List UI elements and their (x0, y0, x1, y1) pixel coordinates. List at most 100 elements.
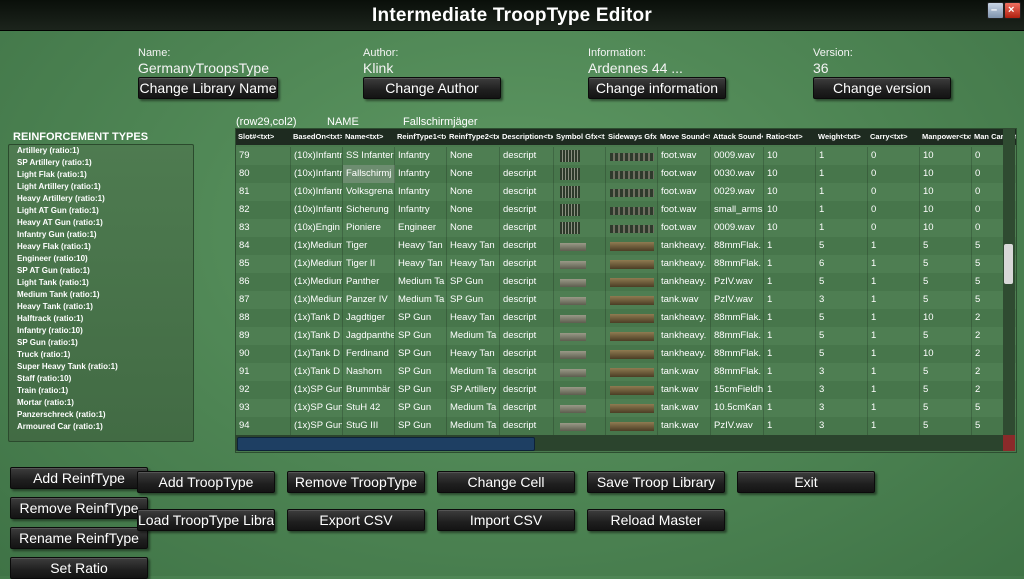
symbol-gfx-cell[interactable] (554, 417, 606, 435)
table-cell[interactable]: 10 (920, 165, 972, 183)
table-cell[interactable]: 1 (868, 363, 920, 381)
table-cell[interactable]: (1x)SP Gun (291, 399, 343, 417)
table-cell[interactable]: 80 (236, 165, 291, 183)
table-cell[interactable]: Panther (343, 273, 395, 291)
reinforcement-type-item[interactable]: Panzerschreck (ratio:1) (9, 409, 193, 421)
table-cell[interactable]: 89 (236, 327, 291, 345)
reinforcement-type-item[interactable]: Heavy Tank (ratio:1) (9, 301, 193, 313)
table-cell[interactable]: SP Gun (395, 399, 447, 417)
reinforcement-type-item[interactable]: Train (ratio:1) (9, 385, 193, 397)
table-cell[interactable]: descript (500, 399, 554, 417)
table-cell[interactable]: 88mmFlak. (711, 309, 764, 327)
table-cell[interactable]: Medium Ta (395, 291, 447, 309)
table-cell[interactable]: (1x)Medium (291, 273, 343, 291)
table-cell[interactable]: SS Infanteri (343, 147, 395, 165)
table-cell[interactable]: PzIV.wav (711, 291, 764, 309)
table-cell[interactable]: Heavy Tan (395, 237, 447, 255)
sideways-gfx-cell[interactable] (606, 273, 658, 291)
table-cell[interactable]: 86 (236, 273, 291, 291)
table-row[interactable]: 79 (10x)Infantr SS Infanteri Infantry None de… (236, 147, 1016, 165)
table-cell[interactable]: 0 (868, 219, 920, 237)
table-cell[interactable]: (1x)Medium (291, 237, 343, 255)
table-cell[interactable]: 88mmFlak. (711, 363, 764, 381)
table-cell[interactable]: 1 (868, 381, 920, 399)
table-cell[interactable]: Jagdtiger (343, 309, 395, 327)
minimize-button[interactable]: – (987, 2, 1004, 19)
sideways-gfx-cell[interactable] (606, 183, 658, 201)
table-cell[interactable]: 88mmFlak. (711, 255, 764, 273)
table-cell[interactable]: PzIV.wav (711, 417, 764, 435)
table-cell[interactable]: tank.wav (658, 363, 711, 381)
symbol-gfx-cell[interactable] (554, 381, 606, 399)
table-cell[interactable]: 0009.wav (711, 219, 764, 237)
sideways-gfx-cell[interactable] (606, 255, 658, 273)
table-cell[interactable]: 85 (236, 255, 291, 273)
symbol-gfx-cell[interactable] (554, 165, 606, 183)
reinforcement-type-item[interactable]: Mortar (ratio:1) (9, 397, 193, 409)
table-cell[interactable]: 1 (816, 147, 868, 165)
table-cell[interactable]: Volksgrena (343, 183, 395, 201)
table-cell[interactable]: 10 (764, 147, 816, 165)
sideways-gfx-cell[interactable] (606, 381, 658, 399)
symbol-gfx-cell[interactable] (554, 363, 606, 381)
table-cell[interactable]: 5 (920, 237, 972, 255)
table-cell[interactable]: Infantry (395, 147, 447, 165)
table-cell[interactable]: foot.wav (658, 219, 711, 237)
rename-reinf-type-button[interactable]: Rename ReinfType (10, 527, 148, 549)
change-version-button[interactable]: Change version (813, 77, 951, 99)
table-cell[interactable]: SP Gun (447, 273, 500, 291)
reinforcement-type-item[interactable]: Halftrack (ratio:1) (9, 313, 193, 325)
table-cell[interactable]: Engineer (395, 219, 447, 237)
table-row[interactable]: 81 (10x)Infantr Volksgrena Infantry None desc… (236, 183, 1016, 201)
table-cell[interactable]: 1 (816, 219, 868, 237)
table-row[interactable]: 88 (1x)Tank D Jagdtiger SP Gun Heavy Tan desc… (236, 309, 1016, 327)
table-cell[interactable]: StuH 42 (343, 399, 395, 417)
table-cell[interactable]: 3 (816, 363, 868, 381)
symbol-gfx-cell[interactable] (554, 399, 606, 417)
table-cell[interactable]: 88mmFlak. (711, 345, 764, 363)
symbol-gfx-cell[interactable] (554, 291, 606, 309)
table-cell[interactable]: SP Gun (395, 309, 447, 327)
reinforcement-type-item[interactable]: Light Flak (ratio:1) (9, 169, 193, 181)
column-header[interactable]: Symbol Gfx<txt> (556, 129, 605, 145)
table-cell[interactable]: 79 (236, 147, 291, 165)
table-cell[interactable]: tank.wav (658, 399, 711, 417)
table-cell[interactable]: (1x)Medium (291, 291, 343, 309)
table-cell[interactable]: 10 (920, 183, 972, 201)
table-cell[interactable]: 92 (236, 381, 291, 399)
reinforcement-type-item[interactable]: Heavy Flak (ratio:1) (9, 241, 193, 253)
table-cell[interactable]: tankheavy. (658, 237, 711, 255)
reinforcement-types-list[interactable]: Artillery (ratio:1) SP Artillery (ratio:1… (8, 144, 194, 442)
sideways-gfx-cell[interactable] (606, 327, 658, 345)
table-cell[interactable]: SP Artillery (447, 381, 500, 399)
table-row[interactable]: 94 (1x)SP Gun StuG III SP Gun Medium Ta descr… (236, 417, 1016, 435)
table-cell[interactable]: descript (500, 291, 554, 309)
reinforcement-type-item[interactable]: Heavy AT Gun (ratio:1) (9, 217, 193, 229)
table-cell[interactable]: 0 (868, 147, 920, 165)
column-header[interactable]: Move Sound<txt> (660, 129, 710, 145)
vertical-scrollbar[interactable] (1003, 128, 1015, 451)
table-cell[interactable]: Medium Ta (447, 399, 500, 417)
table-cell[interactable]: 1 (868, 345, 920, 363)
table-cell[interactable]: foot.wav (658, 147, 711, 165)
table-cell[interactable]: None (447, 165, 500, 183)
table-cell[interactable]: Ferdinand (343, 345, 395, 363)
table-cell[interactable]: 1 (764, 399, 816, 417)
table-cell[interactable]: tank.wav (658, 417, 711, 435)
table-cell[interactable]: 10 (920, 309, 972, 327)
sideways-gfx-cell[interactable] (606, 165, 658, 183)
table-cell[interactable]: descript (500, 327, 554, 345)
table-cell[interactable]: Medium Ta (395, 273, 447, 291)
table-cell[interactable]: 0009.wav (711, 147, 764, 165)
table-cell[interactable]: 0030.wav (711, 165, 764, 183)
table-cell[interactable]: 5 (920, 273, 972, 291)
symbol-gfx-cell[interactable] (554, 237, 606, 255)
reinforcement-type-item[interactable]: SP AT Gun (ratio:1) (9, 265, 193, 277)
reinforcement-type-item[interactable]: Staff (ratio:10) (9, 373, 193, 385)
table-cell[interactable]: 10 (920, 345, 972, 363)
table-cell[interactable]: Medium Ta (447, 417, 500, 435)
symbol-gfx-cell[interactable] (554, 147, 606, 165)
table-cell[interactable]: (1x)Tank D (291, 363, 343, 381)
table-cell[interactable]: small_arms (711, 201, 764, 219)
change-information-button[interactable]: Change information (588, 77, 726, 99)
